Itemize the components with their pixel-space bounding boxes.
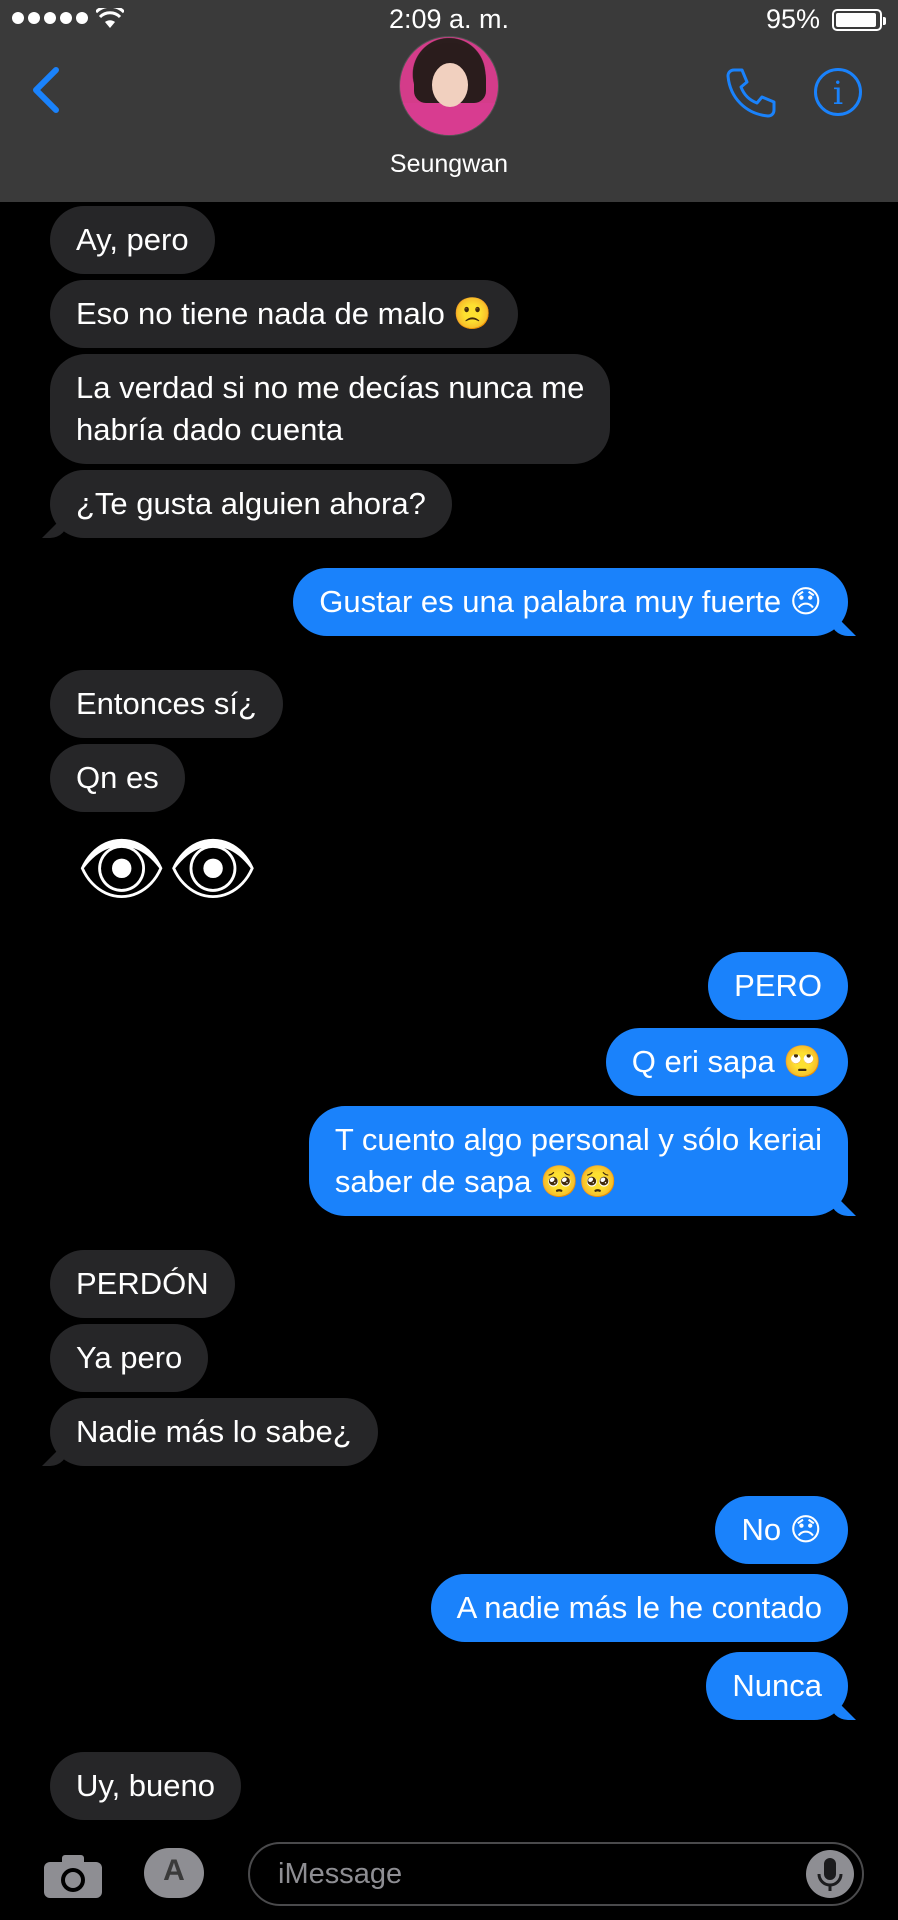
message-thread[interactable]: Ay, pero Eso no tiene nada de malo 🙁 La … xyxy=(0,202,898,1824)
message-incoming[interactable]: ¿Te gusta alguien ahora? xyxy=(50,470,452,538)
message-incoming[interactable]: Nadie más lo sabe¿ xyxy=(50,1398,378,1466)
app-store-icon[interactable]: A xyxy=(144,1848,204,1898)
battery-percent: 95% xyxy=(765,4,820,34)
message-incoming[interactable]: La verdad si no me decías nunca me habría… xyxy=(50,354,611,464)
message-incoming[interactable]: Uy, bueno xyxy=(50,1752,242,1820)
message-incoming[interactable]: Qn es xyxy=(50,744,185,812)
message-incoming-emoji[interactable]: 👁👁 xyxy=(76,828,259,908)
chevron-left-icon[interactable] xyxy=(28,66,62,114)
message-outgoing[interactable]: PERO xyxy=(708,952,848,1020)
message-incoming[interactable]: Entonces sí¿ xyxy=(50,670,283,738)
message-outgoing[interactable]: Q eri sapa 🙄 xyxy=(605,1028,848,1096)
message-outgoing[interactable]: Nunca xyxy=(706,1652,848,1720)
message-outgoing[interactable]: No 😞 xyxy=(715,1496,848,1564)
conversation-header: 2:09 a. m. 95% Seungwan i xyxy=(0,0,898,202)
message-incoming[interactable]: Ya pero xyxy=(50,1324,209,1392)
info-icon[interactable]: i xyxy=(814,68,862,116)
status-time: 2:09 a. m. xyxy=(388,4,510,34)
camera-icon[interactable] xyxy=(42,1852,104,1900)
message-incoming[interactable]: PERDÓN xyxy=(50,1250,235,1318)
message-incoming[interactable]: Ay, pero xyxy=(50,206,215,274)
contact-name[interactable]: Seungwan xyxy=(0,150,898,179)
imessage-input[interactable] xyxy=(278,1856,778,1892)
message-composer: A xyxy=(0,1824,898,1920)
message-incoming[interactable]: Eso no tiene nada de malo 🙁 xyxy=(50,280,519,348)
phone-icon[interactable] xyxy=(724,66,778,120)
microphone-icon[interactable] xyxy=(806,1850,854,1898)
message-input-field[interactable] xyxy=(248,1842,864,1906)
battery-icon xyxy=(832,9,886,31)
status-bar: 2:09 a. m. 95% xyxy=(0,0,898,40)
message-outgoing[interactable]: T cuento algo personal y sólo keriai sabe… xyxy=(308,1106,848,1216)
message-outgoing[interactable]: A nadie más le he contado xyxy=(430,1574,848,1642)
contact-avatar[interactable] xyxy=(399,36,499,136)
message-outgoing[interactable]: Gustar es una palabra muy fuerte 😞 xyxy=(293,568,848,636)
